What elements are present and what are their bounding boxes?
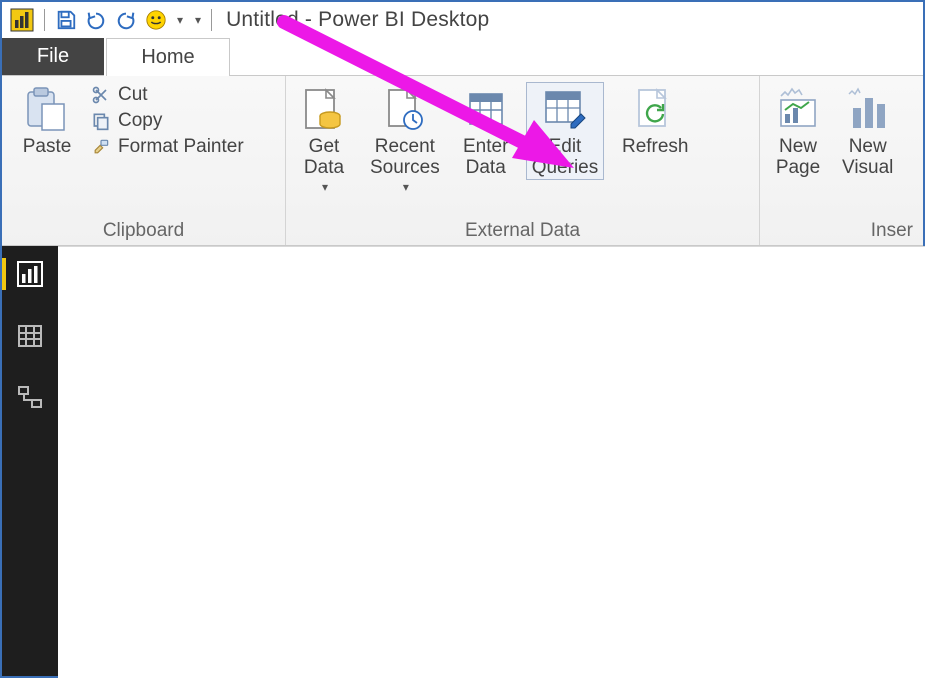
qat-customize-dropdown-icon[interactable]: ▾: [193, 11, 203, 29]
external-data-group-label: External Data: [294, 218, 751, 242]
cut-button[interactable]: Cut: [90, 84, 244, 106]
refresh-label: Refresh: [622, 136, 689, 157]
format-painter-button[interactable]: Format Painter: [90, 136, 244, 158]
ribbon: Paste Cut Copy: [2, 76, 923, 246]
qat-separator-2: [211, 9, 212, 31]
app-logo-icon: [8, 6, 36, 34]
edit-queries-icon: [541, 86, 589, 134]
save-button[interactable]: [53, 7, 79, 33]
tab-file-label: File: [37, 45, 69, 68]
copy-button[interactable]: Copy: [90, 110, 244, 132]
recent-sources-caret-icon: ▾: [403, 181, 409, 194]
workspace: [2, 246, 923, 676]
new-visual-label: New Visual: [842, 136, 893, 179]
cut-label: Cut: [118, 84, 148, 106]
bar-chart-icon: [16, 260, 44, 288]
recent-sources-label: Recent Sources: [370, 136, 440, 179]
clipboard-group-label: Clipboard: [10, 218, 277, 242]
format-painter-label: Format Painter: [118, 136, 244, 158]
get-data-caret-icon: ▾: [322, 181, 328, 194]
tab-home[interactable]: Home: [106, 38, 230, 76]
enter-data-label: Enter Data: [463, 136, 508, 179]
new-page-label: New Page: [776, 136, 820, 179]
ribbon-group-insert: New Page New Visual Inser: [760, 76, 923, 245]
smiley-feedback-button[interactable]: [143, 7, 169, 33]
qat-separator: [44, 9, 45, 31]
copy-icon: [90, 110, 112, 132]
recent-sources-icon: [381, 86, 429, 134]
undo-button[interactable]: [83, 7, 109, 33]
ribbon-group-external-data: Get Data ▾ Recent Sources ▾: [286, 76, 760, 245]
nav-report-view[interactable]: [2, 260, 58, 288]
canvas-area: [58, 246, 923, 676]
titlebar: ▾ ▾ Untitled - Power BI Desktop: [2, 2, 923, 38]
tab-strip-rest: [230, 38, 923, 76]
paste-icon: [23, 86, 71, 134]
get-data-button[interactable]: Get Data ▾: [294, 82, 354, 194]
nav-model-view[interactable]: [2, 384, 58, 412]
window-title: Untitled - Power BI Desktop: [226, 8, 489, 32]
tab-file[interactable]: File: [2, 38, 104, 76]
paste-label: Paste: [23, 136, 72, 157]
ribbon-tabs: File Home: [2, 38, 923, 76]
view-navrail: [2, 246, 58, 676]
recent-sources-button[interactable]: Recent Sources ▾: [364, 82, 446, 194]
new-visual-icon: [844, 86, 892, 134]
copy-label: Copy: [118, 110, 162, 132]
new-page-button[interactable]: New Page: [768, 82, 828, 179]
paste-button[interactable]: Paste: [10, 82, 84, 157]
smiley-dropdown-icon[interactable]: ▾: [175, 11, 185, 29]
brush-icon: [90, 136, 112, 158]
enter-data-button[interactable]: Enter Data: [456, 82, 516, 179]
new-visual-button[interactable]: New Visual: [836, 82, 899, 179]
enter-data-icon: [462, 86, 510, 134]
new-page-icon: [774, 86, 822, 134]
tab-home-label: Home: [141, 46, 194, 69]
redo-button[interactable]: [113, 7, 139, 33]
get-data-icon: [300, 86, 348, 134]
nav-data-view[interactable]: [2, 322, 58, 350]
refresh-button[interactable]: Refresh: [614, 82, 696, 157]
relationships-icon: [16, 384, 44, 412]
refresh-icon: [631, 86, 679, 134]
table-icon: [16, 322, 44, 350]
report-canvas[interactable]: [58, 246, 925, 686]
insert-group-label: Inser: [768, 218, 915, 242]
ribbon-group-clipboard: Paste Cut Copy: [2, 76, 286, 245]
edit-queries-button[interactable]: Edit Queries: [526, 82, 605, 180]
edit-queries-label: Edit Queries: [532, 136, 599, 179]
get-data-label: Get Data: [304, 136, 344, 179]
scissors-icon: [90, 84, 112, 106]
